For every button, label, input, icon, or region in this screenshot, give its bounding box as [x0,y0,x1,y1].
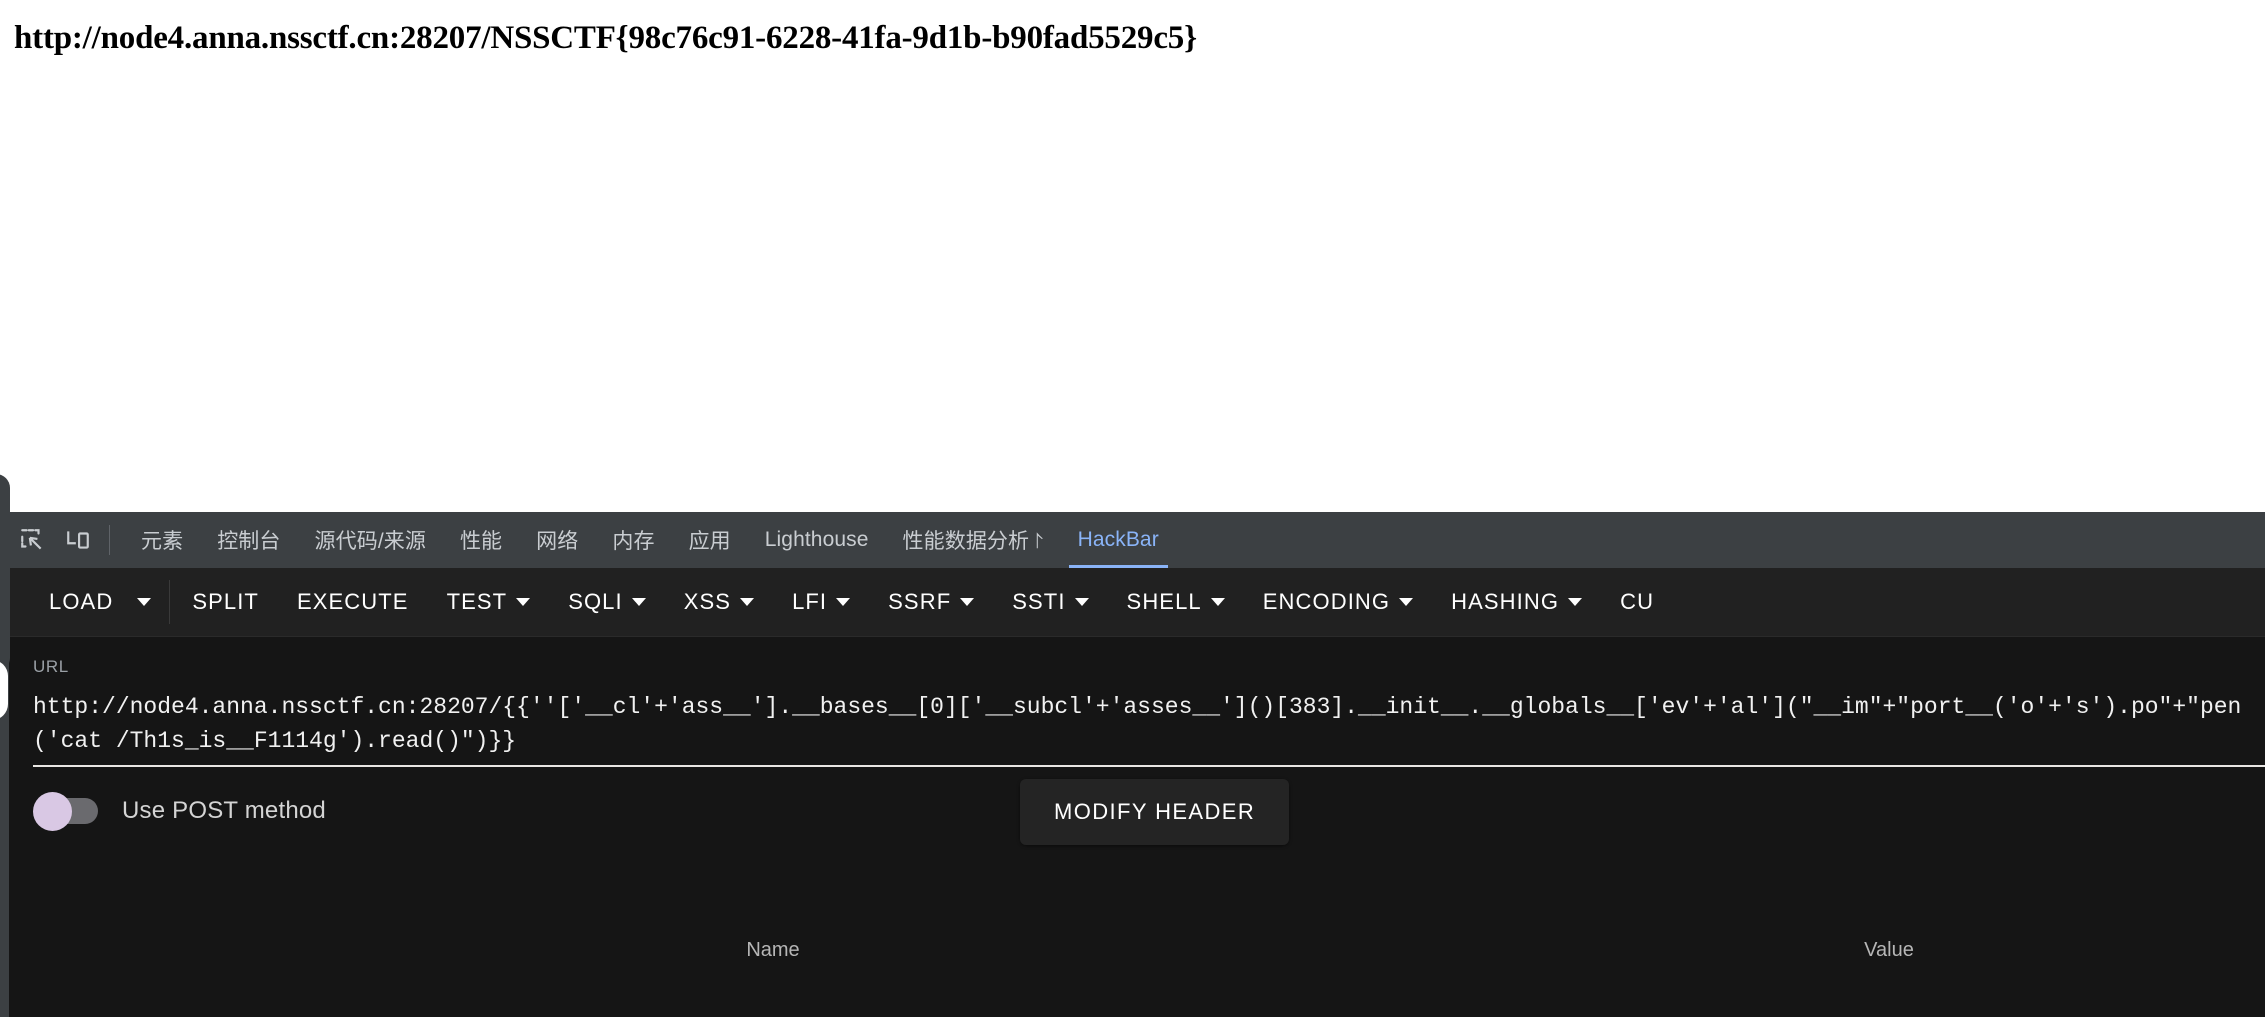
url-input-container[interactable]: http://node4.anna.nssctf.cn:28207/{{''['… [33,690,2265,767]
tab-memory[interactable]: 内存 [595,512,671,568]
tab-hackbar[interactable]: HackBar [1061,512,1176,568]
tab-label: 性能数据分析 ⨡ [902,530,1044,553]
header-column-name: Name [746,939,800,961]
url-input[interactable]: http://node4.anna.nssctf.cn:28207/{{''['… [33,690,2265,758]
chevron-down-icon [1210,598,1225,606]
tab-network[interactable]: 网络 [519,512,595,568]
chevron-down-icon [960,598,975,606]
hackbar-controls-row: Use POST method MODIFY HEADER [33,779,2241,845]
devtools-window: 元素 控制台 源代码/来源 性能 网络 内存 应用 Lighthouse 性能数… [0,512,2265,1017]
hackbar-panel-body: URL http://node4.anna.nssctf.cn:28207/{{… [9,637,2265,1017]
button-label: SPLIT [192,589,259,614]
chevron-down-icon [1074,598,1089,606]
tab-console[interactable]: 控制台 [200,512,297,568]
tab-performance-insights[interactable]: 性能数据分析 ⨡ [886,512,1061,568]
tab-sources[interactable]: 源代码/来源 [298,512,443,568]
hackbar-shell-button[interactable]: SHELL [1113,579,1239,625]
toggle-knob [33,792,72,831]
tab-lighthouse[interactable]: Lighthouse [748,512,886,568]
tab-label: 控制台 [217,530,281,553]
hackbar-toolbar: LOAD SPLIT EXECUTE TEST SQLI XSS LFI SSR… [9,568,2265,637]
hackbar-custom-button[interactable]: CU [1606,579,1668,625]
hackbar-load-button[interactable]: LOAD [35,579,127,625]
url-field-label: URL [33,657,69,676]
inspect-element-icon[interactable] [9,519,55,561]
hackbar-xss-button[interactable]: XSS [670,579,768,625]
chevron-down-icon [516,598,531,606]
modify-header-button[interactable]: MODIFY HEADER [1020,779,1290,845]
use-post-method-toggle[interactable] [33,792,98,831]
tab-label: 内存 [612,530,655,553]
tab-label: 网络 [536,530,579,553]
button-label: SSRF [888,589,952,614]
tab-performance[interactable]: 性能 [443,512,519,568]
browser-chrome-edge-panel [0,474,10,672]
hackbar-toolbar-divider [169,580,171,624]
tab-label: 元素 [141,530,184,553]
hackbar-ssti-button[interactable]: SSTI [998,579,1102,625]
button-label: LOAD [49,589,114,614]
hackbar-lfi-button[interactable]: LFI [778,579,864,625]
tab-label: 源代码/来源 [314,530,426,553]
chevron-down-icon [1568,598,1583,606]
hackbar-ssrf-button[interactable]: SSRF [874,579,988,625]
hackbar-load-dropdown-caret-icon[interactable] [127,580,161,624]
hackbar-hashing-button[interactable]: HASHING [1437,579,1596,625]
hackbar-sqli-button[interactable]: SQLI [554,579,660,625]
chevron-down-icon [1399,598,1414,606]
tab-label: HackBar [1077,528,1159,551]
hackbar-test-button[interactable]: TEST [433,579,545,625]
device-toolbar-icon[interactable] [55,519,101,561]
header-column-value: Value [1864,939,1914,961]
chevron-down-icon [631,598,646,606]
tab-elements[interactable]: 元素 [124,512,200,568]
hackbar-execute-button[interactable]: EXECUTE [283,579,423,625]
header-table-header-row: Name Value [33,939,2265,962]
hackbar-split-button[interactable]: SPLIT [178,579,273,625]
button-label: ENCODING [1262,589,1391,614]
tab-label: 应用 [688,530,731,553]
button-label: SQLI [568,589,623,614]
button-label: XSS [683,589,732,614]
chevron-down-icon [740,598,755,606]
hackbar-encoding-button[interactable]: ENCODING [1249,579,1427,625]
tabstrip-divider [109,525,110,555]
browser-page-content: http://node4.anna.nssctf.cn:28207/NSSCTF… [0,0,2265,512]
tab-label: 性能 [459,530,503,553]
button-label: SHELL [1126,589,1202,614]
button-label: SSTI [1012,589,1066,614]
use-post-method-label: Use POST method [122,797,326,824]
button-label: TEST [446,589,508,614]
chevron-down-icon [836,598,851,606]
button-label: LFI [792,589,828,614]
devtools-tabstrip: 元素 控制台 源代码/来源 性能 网络 内存 应用 Lighthouse 性能数… [0,512,2265,568]
page-flag-text: http://node4.anna.nssctf.cn:28207/NSSCTF… [14,20,1197,56]
tab-application[interactable]: 应用 [672,512,748,568]
button-label: EXECUTE [296,589,409,614]
button-label: CU [1620,589,1655,614]
button-label: HASHING [1451,589,1560,614]
tab-label: Lighthouse [764,528,869,551]
